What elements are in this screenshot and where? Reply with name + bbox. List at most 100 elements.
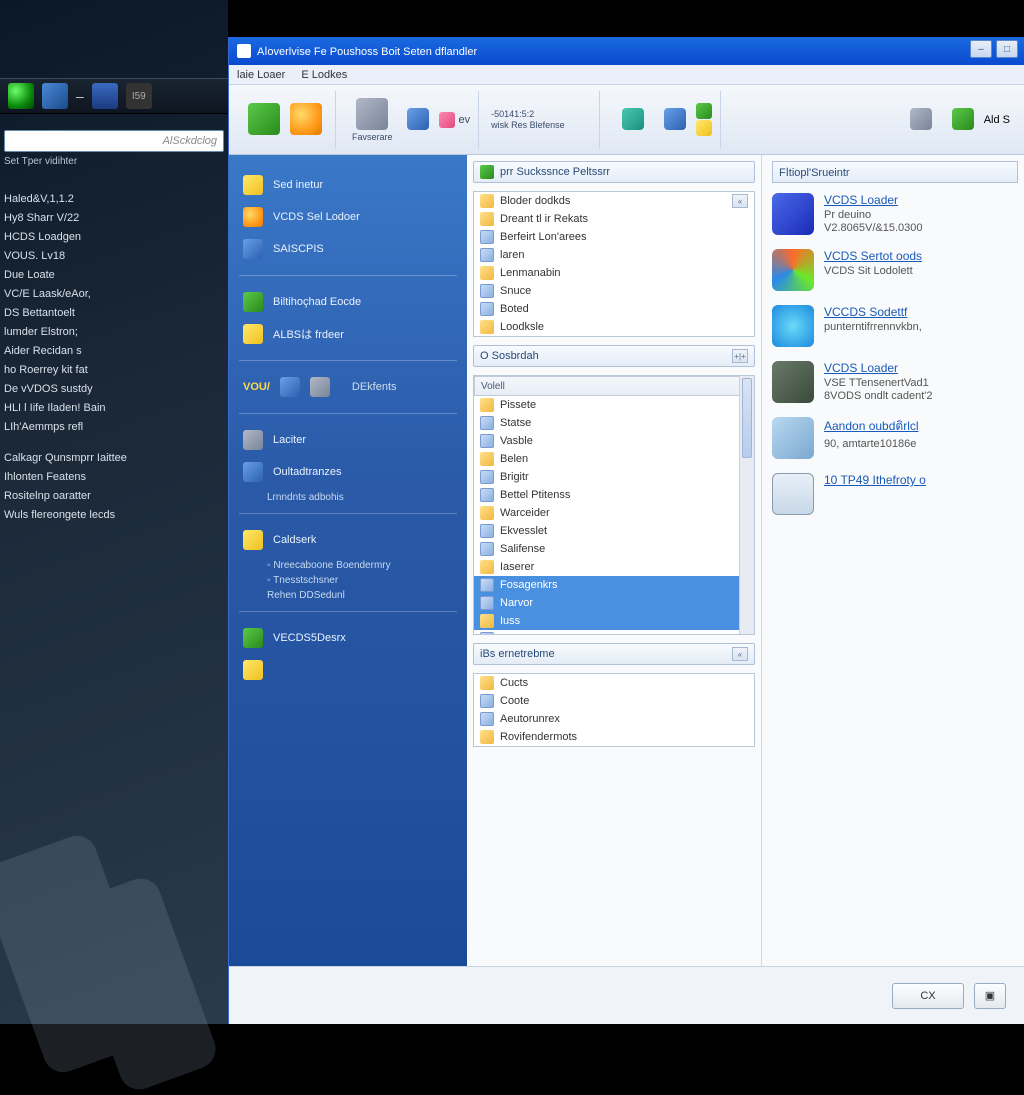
toolbar-small-label: ev	[459, 114, 471, 126]
toolbar-orange-button[interactable]	[285, 101, 327, 139]
detail-item[interactable]: VCDS Loader Pr deuinoV2.8065V/&15.0300	[772, 193, 1018, 235]
expand-button[interactable]: +|+	[732, 349, 748, 363]
mini-icon[interactable]	[439, 112, 455, 128]
nav-item[interactable]: VCDS Sel Lodoer	[239, 201, 457, 233]
nav-item[interactable]: SAISCPIS	[239, 233, 457, 265]
toolbar-blue-button[interactable]	[654, 106, 696, 134]
nav-icon	[243, 462, 263, 482]
list-item[interactable]: Belen	[474, 450, 754, 468]
toolbar-favorite-button[interactable]: Favserare	[348, 96, 397, 144]
detail-item[interactable]: 10 TP49 Ithefroty o	[772, 473, 1018, 515]
taskbar-label-icon[interactable]: I59	[126, 83, 152, 109]
detail-item[interactable]: Aandon oubdติrlcl 90, amtarte10186e	[772, 417, 1018, 459]
list-item[interactable]: Rovifendermots	[474, 728, 754, 746]
detail-title-link[interactable]: Aandon oubdติrlcl	[824, 417, 1018, 436]
list-header-1[interactable]: prr Suckssnce Peltssrr	[473, 161, 755, 183]
list-item[interactable]: Loodksle	[474, 318, 754, 336]
item-icon	[480, 320, 494, 334]
nav-item[interactable]: VECDS5Desrx	[239, 622, 457, 654]
list-item[interactable]: Cucts	[474, 674, 754, 692]
toolbar-mail-button[interactable]	[397, 106, 439, 134]
list-item[interactable]: Fosagenkrs	[474, 576, 754, 594]
titlebar[interactable]: Aاoverlvise Fe Poushoss Boit Seten dflan…	[229, 37, 1024, 65]
toolbar-green-button[interactable]	[243, 101, 285, 139]
nav-separator	[239, 413, 457, 414]
item-label: Lenmanabin	[500, 267, 561, 279]
list-item[interactable]: Beskkle	[474, 630, 754, 635]
list-item[interactable]: Brigitr	[474, 468, 754, 486]
mini-icon[interactable]	[696, 103, 712, 119]
nav-label: VCDS Sel Lodoer	[273, 211, 360, 223]
list-item[interactable]: Pissete	[474, 396, 754, 414]
list-item[interactable]: Dreant tl ir Rekats	[474, 210, 754, 228]
toolbar-green2-button[interactable]	[942, 106, 984, 134]
nav-item[interactable]: Laciter	[239, 424, 457, 456]
detail-title-link[interactable]: 10 TP49 Ithefroty o	[824, 473, 1018, 487]
desktop-list-item: HLI l Iife Iladen! Bain	[4, 399, 224, 418]
nav-item[interactable]: Caldserk	[239, 524, 457, 556]
list-header-2[interactable]: O Sosbrdah +|+	[473, 345, 755, 367]
list-item[interactable]: Lenmanabin	[474, 264, 754, 282]
list-item[interactable]: Aeutorunrex	[474, 710, 754, 728]
ok-button[interactable]: CX	[892, 983, 964, 1009]
list-column-header[interactable]: Bloder dodkds «	[474, 192, 754, 210]
list-item[interactable]: Salifense	[474, 540, 754, 558]
detail-item[interactable]: VCCDS Sodettf punterntifrrennvkbn,	[772, 305, 1018, 347]
list-item[interactable]: Vasble	[474, 432, 754, 450]
window-title: Aاoverlvise Fe Poushoss Boit Seten dflan…	[257, 45, 477, 58]
taskbar-app-icon[interactable]	[42, 83, 68, 109]
list-header-3[interactable]: iBs ernetrebme «	[473, 643, 755, 665]
toolbar-shield-button[interactable]	[612, 106, 654, 134]
desktop-list-item: Rositelnp oaratter	[4, 487, 224, 506]
list-item[interactable]: Warceider	[474, 504, 754, 522]
scrollbar[interactable]	[739, 376, 754, 634]
list-item[interactable]: Boted	[474, 300, 754, 318]
start-orb-icon[interactable]	[8, 83, 34, 109]
nav-item[interactable]: VOU/ DEkfents	[239, 371, 457, 403]
mini-icon[interactable]	[696, 120, 712, 136]
detail-title-link[interactable]: VCDS Sertot oods	[824, 249, 1018, 263]
maximize-button[interactable]: □	[996, 40, 1018, 58]
list-item[interactable]: Narvor	[474, 594, 754, 612]
detail-title-link[interactable]: VCCDS Sodettf	[824, 305, 1018, 319]
list-item[interactable]: Berfeirt Lon'arees	[474, 228, 754, 246]
nav-yellow-label: VOU/	[243, 381, 270, 393]
list-item[interactable]: Iuss	[474, 612, 754, 630]
list-item[interactable]: Ekvesslet	[474, 522, 754, 540]
list-item[interactable]: Bettel Ptitenss	[474, 486, 754, 504]
nav-item[interactable]: Sed inetur	[239, 169, 457, 201]
minimize-button[interactable]: –	[970, 40, 992, 58]
nav-item[interactable]: Biltihoçhad Eocde	[239, 286, 457, 318]
scroll-thumb[interactable]	[742, 378, 752, 458]
item-icon	[480, 596, 494, 610]
nav-item[interactable]	[239, 654, 457, 686]
list-column-header[interactable]: Volell	[474, 376, 754, 396]
detail-title-link[interactable]: VCDS Loader	[824, 193, 1018, 207]
details-header[interactable]: Fاtiopl'Srueintr	[772, 161, 1018, 183]
footer-icon-button[interactable]: ▣	[974, 983, 1006, 1009]
list-item[interactable]: Iaserer	[474, 558, 754, 576]
list-item[interactable]: Coote	[474, 692, 754, 710]
taskbar-item-icon[interactable]	[92, 83, 118, 109]
square-icon	[280, 377, 300, 397]
desktop-list-item: ho Roerrey kit fat	[4, 361, 224, 380]
nav-label: DEkfents	[352, 381, 397, 393]
list-item[interactable]: Snuce	[474, 282, 754, 300]
collapse-button[interactable]: «	[732, 194, 748, 208]
nav-item[interactable]: ALBSは frdeer	[239, 318, 457, 350]
detail-subtitle: VCDS Sit Lodolett	[824, 265, 1018, 278]
detail-title-link[interactable]: VCDS Loader	[824, 361, 1018, 375]
menu-item[interactable]: E Lodkes	[301, 69, 347, 81]
list-item[interactable]: Statse	[474, 414, 754, 432]
detail-item[interactable]: VCDS Sertot oods VCDS Sit Lodolett	[772, 249, 1018, 291]
toolbar-gear-button[interactable]	[900, 106, 942, 134]
detail-item[interactable]: VCDS Loader VSE TTensenertVad18VODS ondl…	[772, 361, 1018, 403]
item-icon	[480, 452, 494, 466]
nav-item[interactable]: Oultadtranzes	[239, 456, 457, 488]
detail-icon	[772, 417, 814, 459]
search-input[interactable]: AlSckdclog	[4, 130, 224, 152]
collapse-button[interactable]: «	[732, 647, 748, 661]
menu-item[interactable]: laie Loaer	[237, 69, 285, 81]
main-window: Aاoverlvise Fe Poushoss Boit Seten dflan…	[228, 37, 1024, 1024]
list-item[interactable]: laren	[474, 246, 754, 264]
